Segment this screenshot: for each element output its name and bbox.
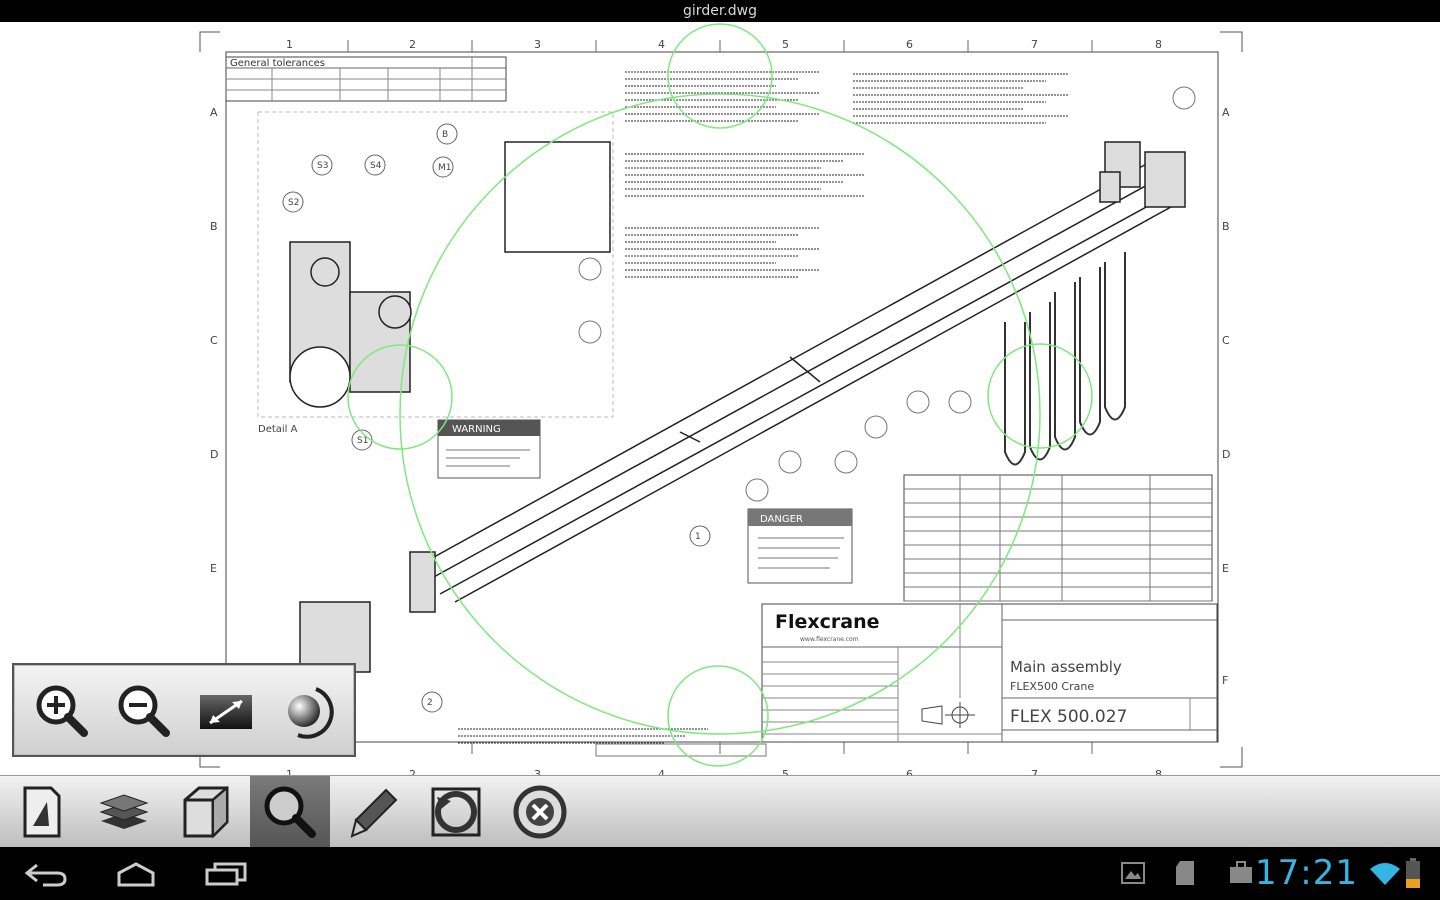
3d-view-button[interactable] [166,776,246,848]
row-label: E [1222,562,1229,575]
row-label: D [210,448,218,461]
svg-text:WARNING: WARNING [452,424,501,435]
title-block: Flexcrane www.flexcrane.com Main assembl… [761,603,1218,743]
layers-button[interactable] [84,776,164,848]
detail-label: Detail A [258,424,298,435]
pencil-icon [350,788,398,838]
home-button[interactable] [106,855,166,893]
brand-logo: Flexcrane [775,611,880,633]
back-button[interactable] [16,855,76,893]
column-label: 7 [1031,38,1038,51]
wifi-icon [1370,863,1400,885]
battery-icon [1406,858,1420,888]
row-label: E [210,562,217,575]
balloon [864,415,888,439]
column-label: 3 [534,768,541,775]
svg-text:DANGER: DANGER [760,514,803,525]
markup-button[interactable] [334,776,414,848]
festoon-cables [1004,252,1126,466]
column-label: 3 [534,38,541,51]
balloon [948,390,972,414]
column-label: 8 [1155,38,1162,51]
svg-text:www.flexcrane.com: www.flexcrane.com [800,636,859,643]
zoom-extents-button[interactable] [192,677,260,745]
danger-label: DANGER [747,508,853,584]
balloon [778,450,802,474]
row-label: B [1222,220,1230,233]
row-label: B [210,220,218,233]
zoom-tools-panel [12,663,356,757]
column-label: 2 [409,768,416,775]
layers-icon [99,794,149,829]
home-icon [117,862,155,887]
orbit-icon [288,687,334,739]
warning-label: WARNING [437,419,541,479]
balloon [834,450,858,474]
system-navigation-bar: 17:21 [0,847,1440,900]
zoom-out-icon [118,685,170,737]
row-label: A [210,106,218,119]
row-label: A [1222,106,1230,119]
rotate-button[interactable] [416,776,496,848]
row-label: D [1222,448,1230,461]
column-label: 1 [286,38,293,51]
balloon [745,478,769,502]
rotate-icon [431,787,481,837]
row-label: C [210,334,218,347]
column-label: 4 [658,768,665,775]
balloon-label: S3 [317,161,328,171]
drawing-number: FLEX 500.027 [1010,707,1127,727]
main-toolbar [0,775,1440,848]
zoom-mode-button[interactable] [250,776,330,848]
close-circle-icon [513,785,567,839]
status-clock: 17:21 [1255,853,1358,893]
balloon-label: B [442,130,448,140]
balloon-label: 1 [695,532,701,542]
recent-apps-button[interactable] [196,855,256,893]
zoom-extents-icon [200,695,252,729]
column-label: 2 [409,38,416,51]
recent-apps-icon [205,862,247,886]
balloon-label: S4 [370,161,382,171]
zoom-in-icon [36,685,88,737]
tolerance-table: General tolerances [225,56,507,102]
row-label: C [1222,334,1230,347]
column-label: 6 [906,38,913,51]
balloon [578,257,602,281]
drawing-subtitle: FLEX500 Crane [1010,680,1094,693]
document-icon [23,786,61,838]
briefcase-icon [1230,861,1252,883]
close-button[interactable] [500,776,580,848]
orbit-guide [347,23,1093,767]
balloon [906,390,930,414]
column-label: 4 [658,38,665,51]
drawing-title: Main assembly [1010,658,1122,676]
column-label: 1 [286,768,293,775]
gallery-icon [1121,862,1145,884]
orbit-button[interactable] [274,677,342,745]
column-label: 7 [1031,768,1038,775]
column-label: 8 [1155,768,1162,775]
zoom-out-button[interactable] [110,677,178,745]
window-title: girder.dwg [0,0,1440,22]
zoom-in-button[interactable] [28,677,96,745]
bom-table [903,474,1213,602]
balloon [578,320,602,344]
file-button[interactable] [2,776,82,848]
sd-card-icon [1176,861,1194,885]
magnifier-icon [264,786,316,838]
tolerances-title: General tolerances [230,58,325,69]
column-label: 6 [906,768,913,775]
balloon-label: S2 [288,198,299,208]
row-label: F [1222,674,1228,687]
balloon-label: M1 [438,163,452,173]
balloon [1172,86,1196,110]
column-label: 5 [782,38,789,51]
balloon-label: 2 [427,698,433,708]
column-label: 5 [782,768,789,775]
back-icon [24,863,67,887]
cube-icon [183,785,229,839]
